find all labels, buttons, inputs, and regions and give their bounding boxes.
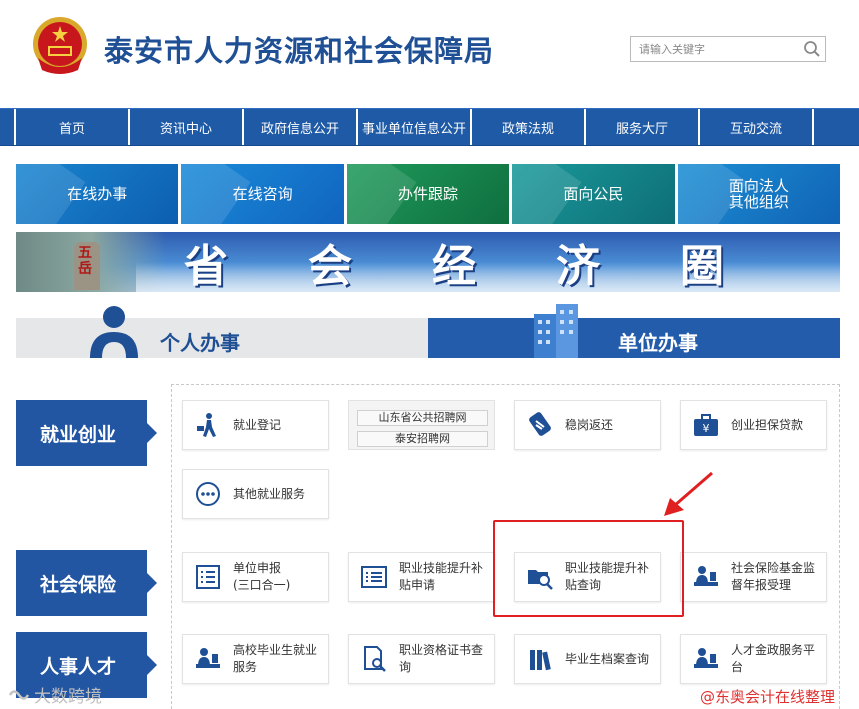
service-label: 就业登记 [233,417,282,432]
service-skill-subsidy-apply[interactable]: 职业技能提升补 贴申请 [348,552,495,602]
service-unit-declare[interactable]: 单位申报 (三口合一) [182,552,329,602]
service-other-employment[interactable]: 其他就业服务 [182,469,329,519]
search-box [630,36,826,62]
tile-online-service[interactable]: 在线办事 [16,164,179,224]
svg-text:¥: ¥ [703,422,710,435]
service-label: 人才金政服务平 台 [731,643,816,674]
service-tabs: 个人办事 单位办事 [16,302,840,358]
form-list-icon [183,553,233,601]
service-label: 创业担保贷款 [731,417,804,432]
service-startup-loan[interactable]: ¥ 创业担保贷款 [680,400,827,450]
tile-label: 面向公民 [563,185,624,203]
watermark-left: 大数跨境 [8,682,102,707]
person-desk-icon [681,553,731,601]
tile-label: 面向法人 其他组织 [728,177,789,211]
service-qualification-query[interactable]: 职业资格证书查 询 [348,634,495,684]
service-insurance-fund-annual[interactable]: 社会保险基金监 督年报受理 [680,552,827,602]
application-form-icon [349,553,399,601]
walking-person-icon [183,401,233,449]
main-nav: 首页 资讯中心 政府信息公开 事业单位信息公开 政策法规 服务大厅 互动交流 [0,108,859,146]
tile-for-legal-persons[interactable]: 面向法人 其他组织 [677,164,841,224]
watermark-left-text: 大数跨境 [34,687,102,707]
banner-slogan: 省 会 经 济 圈 [184,236,724,292]
nav-policy[interactable]: 政策法规 [472,109,586,145]
service-job-stabilize-refund[interactable]: 稳岗返还 [514,400,661,450]
service-label: 社会保险基金监 督年报受理 [731,561,816,592]
service-label: 高校毕业生就业 服务 [233,643,318,674]
briefcase-yuan-icon: ¥ [681,401,731,449]
tile-online-consult[interactable]: 在线咨询 [181,164,344,224]
service-label: 毕业生档案查询 [565,651,650,666]
tab-unit[interactable]: 单位办事 [428,304,840,358]
watermark-right: @东奥会计在线整理 [700,688,836,706]
service-employment-register[interactable]: 就业登记 [182,400,329,450]
tile-case-tracking[interactable]: 办件跟踪 [346,164,510,224]
slogan-char: 济 [556,241,600,292]
person-desk-icon [681,635,731,683]
tile-label: 在线咨询 [232,185,293,203]
tab-unit-label: 单位办事 [618,333,698,355]
service-label: 其他就业服务 [233,486,306,501]
tile-for-citizens[interactable]: 面向公民 [512,164,675,224]
slogan-char: 经 [432,241,476,292]
nav-home[interactable]: 首页 [16,109,130,145]
watermark-logo-icon [8,689,30,700]
person-desk-icon [183,635,233,683]
national-emblem-icon [33,17,87,74]
slogan-char: 圈 [680,241,724,292]
nav-service-hall[interactable]: 服务大厅 [586,109,700,145]
tab-personal-label: 个人办事 [160,333,240,355]
nav-spacer [0,109,16,145]
quick-tiles: 在线办事 在线咨询 办件跟踪 面向公民 面向法人 其他组织 [16,164,841,224]
red-arrow-annotation [664,471,713,516]
tile-label: 在线办事 [67,185,128,203]
service-label: 职业技能提升补 贴申请 [399,561,484,592]
slogan-char: 省 [184,241,228,292]
person-icon [90,306,138,358]
service-label: 职业资格证书查 询 [399,643,484,674]
nav-institution-info[interactable]: 事业单位信息公开 [358,109,472,145]
building-icon [534,304,578,358]
highlight-box [493,520,684,617]
banner-image: 五岳 省 会 经 济 圈 [16,232,840,292]
header: 泰安市人力资源和社会保障局 [0,0,859,108]
recruitment-links: 山东省公共招聘网 泰安招聘网 [348,400,495,450]
rock-inscription-text: 五岳 [78,245,92,277]
link-shandong-recruitment[interactable]: 山东省公共招聘网 [357,410,488,426]
service-graduate-employment[interactable]: 高校毕业生就业 服务 [182,634,329,684]
service-label: 单位申报 (三口合一) [233,561,291,592]
books-icon [515,635,565,683]
site-title[interactable]: 泰安市人力资源和社会保障局 [104,28,494,70]
slogan-char: 会 [308,241,352,292]
service-graduate-archive-query[interactable]: 毕业生档案查询 [514,634,661,684]
tile-label: 办件跟踪 [398,185,459,203]
service-talent-platform[interactable]: 人才金政服务平 台 [680,634,827,684]
service-label: 稳岗返还 [565,417,614,432]
category-social-insurance[interactable]: 社会保险 [16,550,157,616]
category-employment[interactable]: 就业创业 [16,400,157,466]
refund-icon [515,401,565,449]
nav-interaction[interactable]: 互动交流 [700,109,814,145]
more-dots-icon [183,470,233,518]
nav-news[interactable]: 资讯中心 [130,109,244,145]
link-taian-recruitment[interactable]: 泰安招聘网 [357,431,488,447]
search-icon[interactable] [803,40,821,58]
tab-personal[interactable]: 个人办事 [16,306,428,358]
document-search-icon [349,635,399,683]
nav-gov-info[interactable]: 政府信息公开 [244,109,358,145]
search-input[interactable] [631,37,799,61]
